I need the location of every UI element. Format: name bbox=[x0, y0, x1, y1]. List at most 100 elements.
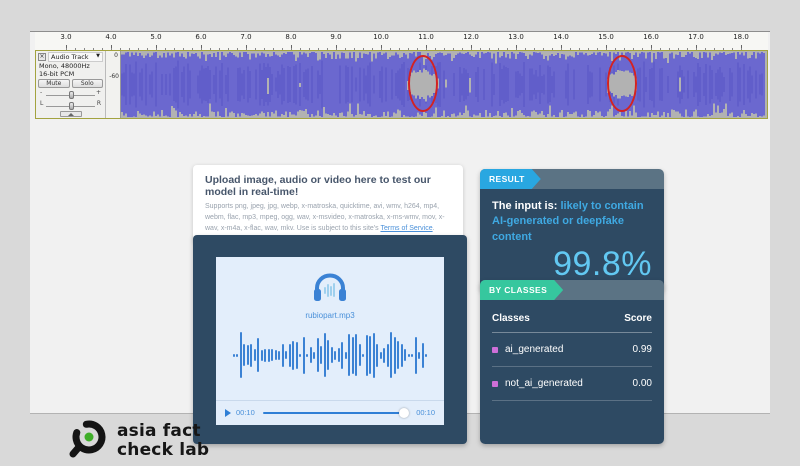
audio-bar bbox=[313, 352, 315, 359]
ruler-minor-tick bbox=[219, 48, 220, 50]
audio-bar bbox=[394, 337, 396, 374]
track-title: Audio Track bbox=[51, 53, 89, 61]
pan-slider-thumb[interactable] bbox=[69, 102, 74, 110]
audio-bar bbox=[362, 354, 364, 357]
gain-slider-thumb[interactable] bbox=[69, 91, 74, 99]
ruler-label: 18.0 bbox=[733, 33, 749, 41]
ruler-minor-tick bbox=[129, 48, 130, 50]
audio-bar bbox=[418, 352, 420, 359]
ruler-minor-tick bbox=[138, 48, 139, 50]
by-classes-body: Classes Score ai_generated0.99not_ai_gen… bbox=[480, 300, 664, 444]
track-title-dropdown[interactable]: Audio Track ▼ bbox=[48, 52, 103, 62]
by-classes-header: BY CLASSES bbox=[480, 280, 664, 300]
total-time: 00:10 bbox=[416, 408, 435, 417]
audio-bar bbox=[264, 349, 266, 362]
ruler-minor-tick bbox=[561, 48, 562, 50]
result-header: RESULT bbox=[480, 169, 664, 189]
audio-bar bbox=[250, 344, 252, 367]
audio-bar bbox=[236, 354, 238, 357]
ruler-minor-tick bbox=[606, 48, 607, 50]
pan-left-label: L bbox=[40, 100, 43, 108]
solo-button[interactable]: Solo bbox=[72, 79, 104, 88]
audio-bar bbox=[257, 338, 259, 372]
upload-supported-formats: Supports png, jpeg, jpg, webp, x-matrosk… bbox=[205, 202, 451, 235]
ruler-minor-tick bbox=[237, 48, 238, 50]
ruler-minor-tick bbox=[705, 48, 706, 50]
mute-button[interactable]: Mute bbox=[38, 79, 70, 88]
ruler-minor-tick bbox=[732, 48, 733, 50]
ruler-minor-tick bbox=[588, 48, 589, 50]
verdict-text: The input is: likely to contain AI-gener… bbox=[492, 199, 652, 245]
audio-bar bbox=[401, 344, 403, 367]
ruler-minor-tick bbox=[516, 48, 517, 50]
terms-of-service-link[interactable]: Terms of Service bbox=[380, 225, 432, 232]
ruler-label: 7.0 bbox=[240, 33, 251, 41]
ruler-minor-tick bbox=[93, 48, 94, 50]
ruler-minor-tick bbox=[165, 48, 166, 50]
ruler-minor-tick bbox=[282, 48, 283, 50]
ruler-minor-tick bbox=[201, 48, 202, 50]
audio-player-card: rubiopart.mp3 00:10 00:10 bbox=[193, 235, 467, 444]
verdict-prefix: The input is: bbox=[492, 200, 560, 212]
audio-bar bbox=[240, 332, 242, 378]
audio-bar bbox=[408, 354, 410, 357]
audio-track: × Audio Track ▼ Mono, 48000Hz 16-bit PCM… bbox=[35, 50, 768, 119]
seek-knob[interactable] bbox=[399, 408, 409, 418]
ruler-minor-tick bbox=[156, 48, 157, 50]
ruler-minor-tick bbox=[318, 48, 319, 50]
audio-bar bbox=[369, 336, 371, 374]
audio-bar bbox=[271, 349, 273, 361]
ruler-minor-tick bbox=[381, 48, 382, 50]
pan-slider[interactable]: L R bbox=[40, 100, 101, 110]
audio-bar bbox=[247, 345, 249, 365]
ruler-minor-tick bbox=[552, 48, 553, 50]
audio-bar bbox=[285, 351, 287, 359]
ruler-minor-tick bbox=[741, 48, 742, 50]
ruler-minor-tick bbox=[417, 48, 418, 50]
audio-bar bbox=[317, 338, 319, 372]
ruler-minor-tick bbox=[111, 48, 112, 50]
audio-bar bbox=[282, 344, 284, 367]
pan-right-label: R bbox=[97, 100, 101, 108]
audio-bar bbox=[404, 349, 406, 361]
afcl-logo: asia fact check lab bbox=[66, 416, 209, 466]
logo-line2: check lab bbox=[117, 441, 209, 460]
ruler-label: 11.0 bbox=[418, 33, 434, 41]
audio-bar bbox=[366, 335, 368, 376]
ruler-minor-tick bbox=[435, 48, 436, 50]
audio-bar bbox=[254, 349, 256, 361]
ruler-minor-tick bbox=[471, 48, 472, 50]
ruler-minor-tick bbox=[246, 48, 247, 50]
audio-bar bbox=[348, 334, 350, 376]
ruler-label: 10.0 bbox=[373, 33, 389, 41]
ruler-label: 17.0 bbox=[688, 33, 704, 41]
audio-bar bbox=[415, 337, 417, 374]
seek-bar[interactable] bbox=[263, 412, 408, 414]
gain-slider[interactable]: - + bbox=[40, 89, 101, 99]
close-track-icon[interactable]: × bbox=[38, 53, 46, 61]
waveform-display bbox=[121, 51, 767, 118]
table-row: ai_generated0.99 bbox=[492, 333, 652, 367]
current-time: 00:10 bbox=[236, 408, 255, 417]
audio-bar bbox=[327, 340, 329, 370]
play-button[interactable] bbox=[225, 409, 231, 417]
ruler-label: 14.0 bbox=[553, 33, 569, 41]
result-body: The input is: likely to contain AI-gener… bbox=[480, 189, 664, 292]
ruler-minor-tick bbox=[633, 48, 634, 50]
ruler-minor-tick bbox=[714, 48, 715, 50]
class-bullet-icon bbox=[492, 381, 498, 387]
ruler-minor-tick bbox=[525, 48, 526, 50]
ruler-label: 15.0 bbox=[598, 33, 614, 41]
collapse-track-button[interactable] bbox=[60, 111, 82, 117]
audio-bar bbox=[299, 354, 301, 357]
ruler-label: 5.0 bbox=[150, 33, 161, 41]
ruler-label: 13.0 bbox=[508, 33, 524, 41]
upload-title: Upload image, audio or video here to tes… bbox=[205, 174, 451, 198]
track-format-line1: Mono, 48000Hz bbox=[38, 62, 103, 70]
waveform-graphic bbox=[121, 51, 766, 118]
result-panel: RESULT The input is: likely to contain A… bbox=[480, 169, 664, 292]
ruler-minor-tick bbox=[498, 48, 499, 50]
class-bullet-icon bbox=[492, 347, 498, 353]
audio-bar bbox=[359, 344, 361, 366]
audio-bar bbox=[296, 342, 298, 369]
